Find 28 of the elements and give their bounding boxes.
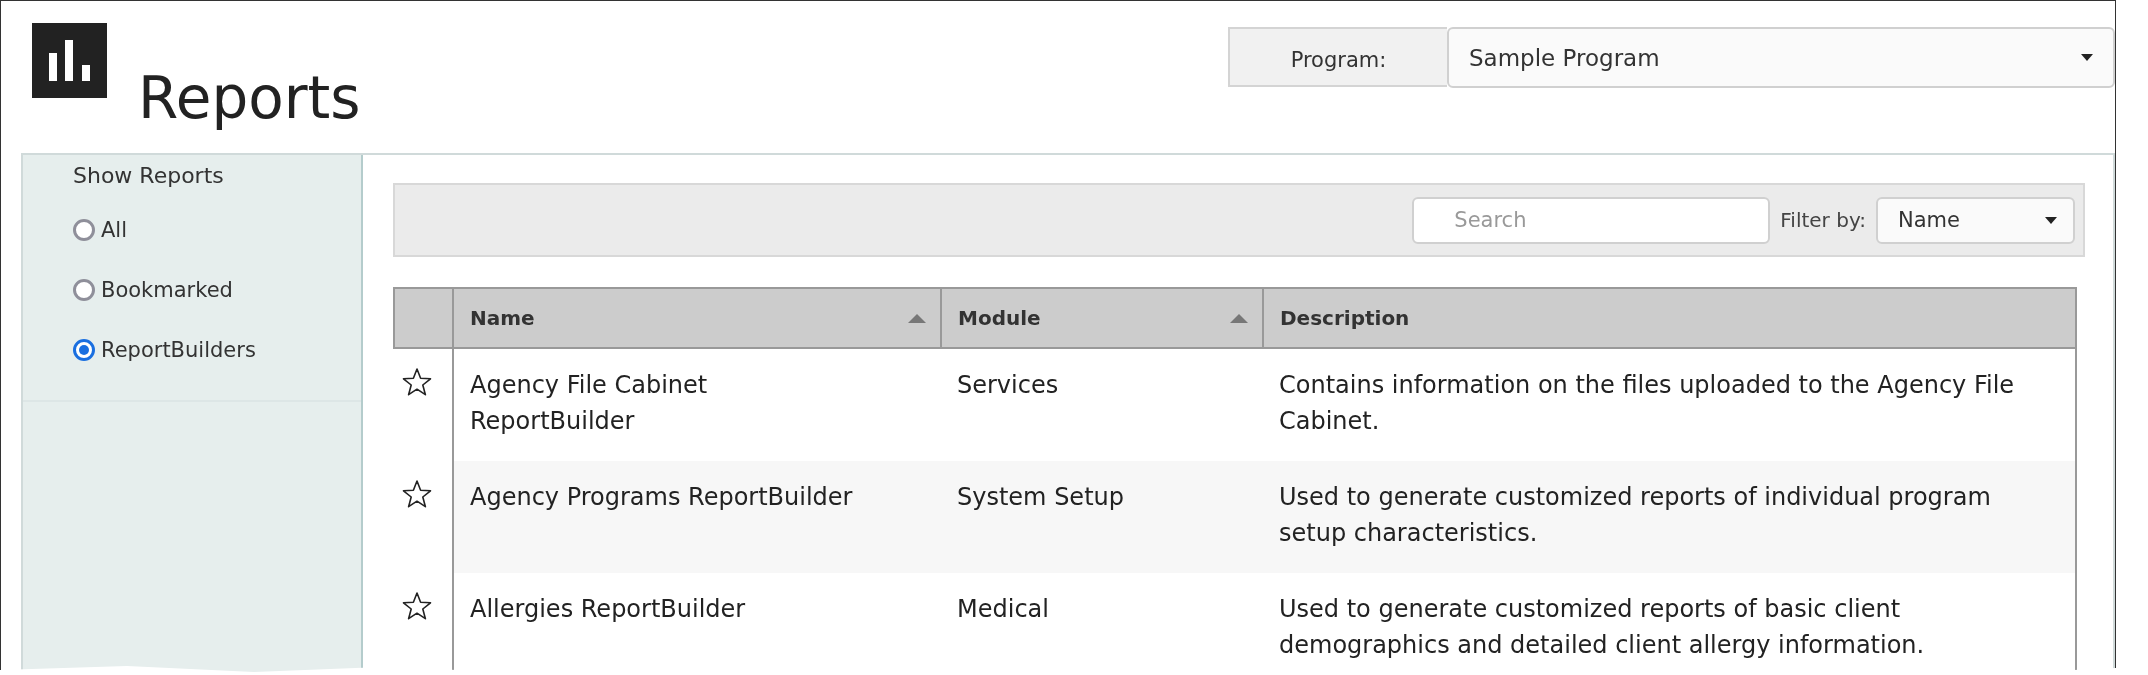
star-icon[interactable] <box>402 367 432 397</box>
program-label: Program: <box>1228 27 1447 87</box>
sort-arrow-icon[interactable] <box>908 313 926 323</box>
caret-icon <box>2045 216 2057 224</box>
report-name: Agency Programs ReportBuilder <box>453 461 941 573</box>
bar-chart-icon <box>32 23 107 98</box>
star-icon[interactable] <box>402 479 432 509</box>
report-name: Agency File Cabinet ReportBuilder <box>453 348 941 461</box>
section-title: Show Reports <box>73 163 225 188</box>
radio-option[interactable]: All <box>73 200 132 260</box>
filter-dropdown[interactable]: Name <box>1876 196 2075 244</box>
search-field[interactable]: Search <box>1412 196 1771 244</box>
caret-icon <box>2081 54 2093 61</box>
column-header[interactable]: Module <box>941 288 1263 348</box>
program-dropdown[interactable]: Sample Program <box>1447 27 2115 88</box>
radio-option[interactable]: Bookmarked <box>73 260 237 320</box>
module-cell: Medical <box>941 573 1263 674</box>
description-cell: Used to generate customized reports of basic client demographics and detailed client allergy information. <box>1263 573 2076 674</box>
radio-option[interactable]: ReportBuilders <box>73 320 260 380</box>
module-cell: System Setup <box>941 461 1263 573</box>
column-header[interactable]: Name <box>453 288 941 348</box>
filter-label: Filter by: <box>1780 208 1866 232</box>
sort-arrow-icon[interactable] <box>1230 313 1248 323</box>
star-icon[interactable] <box>402 591 432 621</box>
column-header[interactable]: Description <box>1263 288 2076 348</box>
report-name: Allergies ReportBuilder <box>453 573 941 674</box>
module-cell: Services <box>941 348 1263 461</box>
description-cell: Used to generate customized reports of individual program setup characteristics. <box>1263 461 2076 573</box>
